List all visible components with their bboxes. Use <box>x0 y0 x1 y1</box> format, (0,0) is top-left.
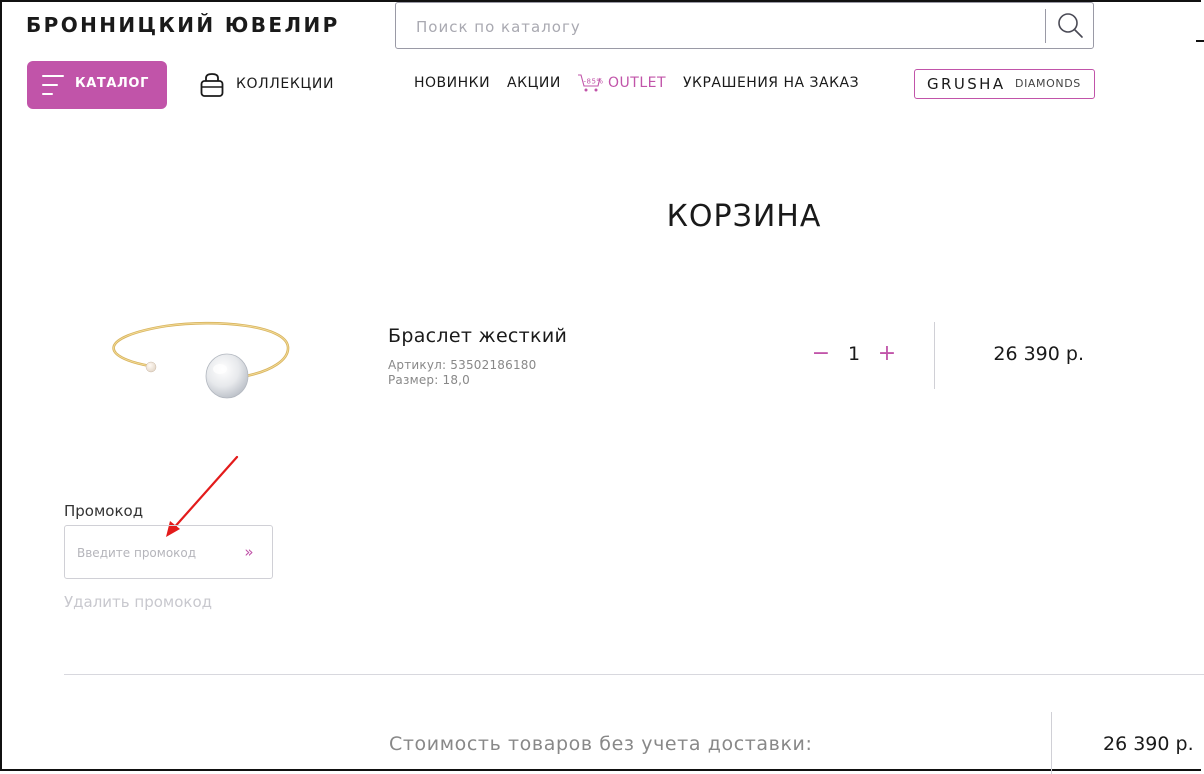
search-bar <box>395 2 1094 49</box>
site-logo[interactable]: БРОННИЦКИЙ ЮВЕЛИР <box>26 13 340 37</box>
nav-collections-label: КОЛЛЕКЦИИ <box>236 76 335 92</box>
nav-outlet-label: OUTLET <box>608 75 667 91</box>
outlet-badge-text: -85% <box>584 78 604 86</box>
bag-icon <box>200 73 224 97</box>
double-chevron-right-icon[interactable]: » <box>237 540 261 564</box>
cart-discount-icon: -85% <box>578 74 604 92</box>
promo-label: Промокод <box>64 502 144 520</box>
page-title: КОРЗИНА <box>666 199 822 234</box>
nav-custom-jewelry[interactable]: УКРАШЕНИЯ НА ЗАКАЗ <box>683 75 859 91</box>
nav-sales[interactable]: АКЦИИ <box>507 75 561 91</box>
grusha-diamonds-button[interactable]: GRUSHA DIAMONDS <box>914 69 1095 99</box>
summary-vertical-divider <box>1051 712 1052 774</box>
edge-mark <box>1196 40 1204 42</box>
item-price: 26 390 р. <box>993 343 1084 365</box>
promo-input[interactable] <box>75 542 229 564</box>
product-name[interactable]: Браслет жесткий <box>388 325 567 347</box>
grusha-label: GRUSHA <box>927 75 1006 93</box>
product-article: Артикул: 53502186180 <box>388 358 537 372</box>
subtotal-label: Стоимость товаров без учета доставки: <box>389 733 813 755</box>
product-image[interactable] <box>96 315 292 415</box>
search-divider <box>1045 9 1046 43</box>
search-button[interactable] <box>1051 9 1089 43</box>
item-divider <box>934 322 935 389</box>
product-size: Размер: 18,0 <box>388 373 470 387</box>
nav-new[interactable]: НОВИНКИ <box>414 75 490 91</box>
quantity-decrease-button[interactable]: − <box>811 340 831 368</box>
search-icon <box>1058 13 1083 38</box>
catalog-button[interactable]: КАТАЛОГ <box>27 61 167 109</box>
quantity-value: 1 <box>847 343 861 365</box>
burger-menu-icon <box>42 75 64 95</box>
quantity-increase-button[interactable]: + <box>877 340 897 368</box>
promo-field: » <box>64 525 273 579</box>
catalog-button-label: КАТАЛОГ <box>75 76 149 91</box>
subtotal-value: 26 390 р. <box>1103 733 1194 755</box>
diamonds-label: DIAMONDS <box>1015 77 1081 90</box>
remove-promo-link[interactable]: Удалить промокод <box>64 593 212 611</box>
summary-divider <box>64 674 1204 675</box>
search-input[interactable] <box>414 13 1018 41</box>
